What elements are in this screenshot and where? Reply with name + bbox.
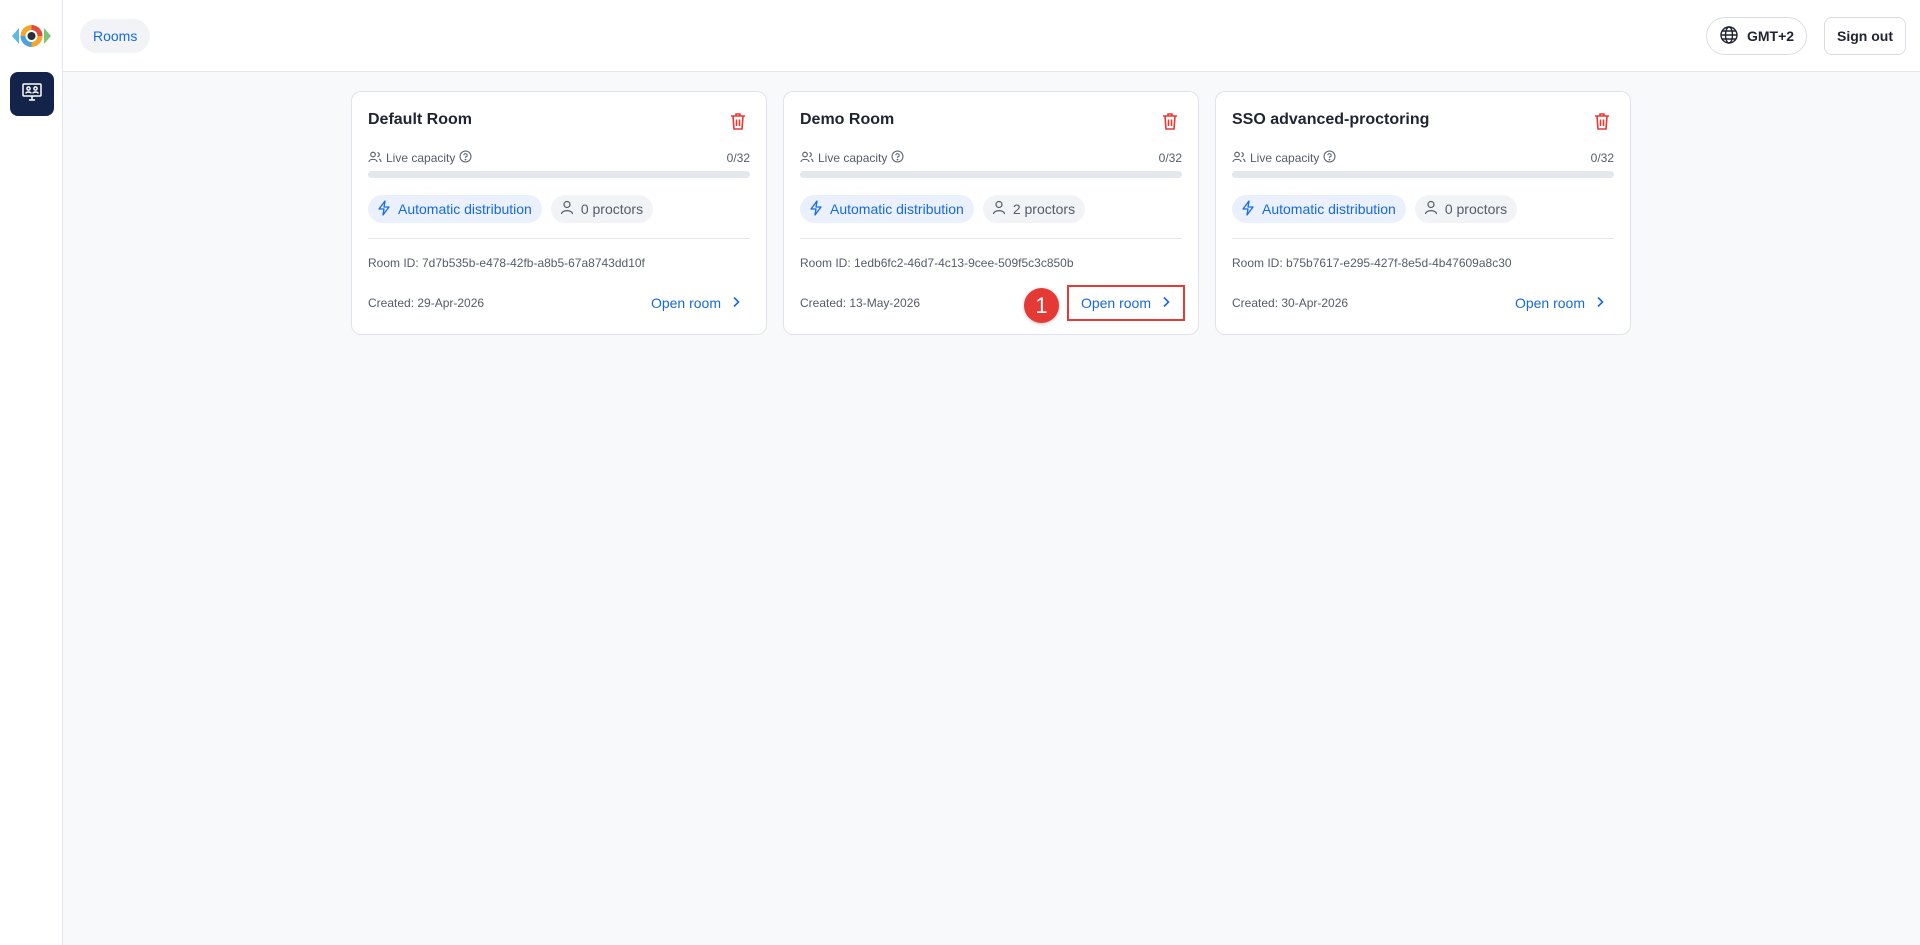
proctors-label: 0 proctors (580, 201, 644, 217)
sign-out-button[interactable]: Sign out (1824, 17, 1906, 55)
live-capacity-label: Live capacity (818, 151, 888, 165)
room-id: Room ID: 7d7b535b-e478-42fb-a8b5-67a8743… (368, 256, 645, 270)
card-divider (368, 238, 750, 239)
globe-icon (1719, 25, 1739, 48)
live-capacity-value: 0/32 (1158, 151, 1182, 165)
annotation-marker: 1 (1024, 288, 1059, 323)
live-capacity-row: Live capacity 0/32 (368, 150, 750, 167)
automatic-distribution-label: Automatic distribution (1262, 201, 1396, 217)
delete-room-trash-icon[interactable] (1592, 111, 1612, 131)
proctors-chip: 0 proctors (1414, 195, 1518, 223)
automatic-distribution-chip[interactable]: Automatic distribution (800, 195, 974, 223)
delete-room-trash-icon[interactable] (1160, 111, 1180, 131)
app-logo-icon[interactable] (10, 19, 53, 53)
users-icon (1232, 150, 1246, 167)
live-capacity-value: 0/32 (726, 151, 750, 165)
room-title: Default Room (368, 111, 472, 128)
user-icon (560, 200, 574, 218)
open-room-label: Open room (650, 295, 721, 311)
live-capacity-label: Live capacity (386, 151, 456, 165)
chevron-right-icon (1595, 295, 1605, 311)
proctors-chip: 0 proctors (550, 195, 654, 223)
card-divider (1232, 238, 1614, 239)
lightning-icon (377, 199, 391, 219)
room-card: Default Room Live capacity 0/32 Automati… (351, 91, 767, 335)
user-icon (992, 200, 1006, 218)
open-room-label: Open room (1080, 295, 1151, 311)
help-circle-icon[interactable] (1323, 150, 1336, 166)
open-room-button[interactable]: Open room (1503, 285, 1617, 321)
proctors-chip: 2 proctors (982, 195, 1086, 223)
capacity-progress-bar (1232, 171, 1614, 178)
room-title: SSO advanced-proctoring (1232, 111, 1430, 128)
automatic-distribution-label: Automatic distribution (398, 201, 532, 217)
timezone-button[interactable]: GMT+2 (1706, 17, 1807, 55)
proctors-label: 2 proctors (1012, 201, 1076, 217)
room-title: Demo Room (800, 111, 895, 128)
timezone-label: GMT+2 (1747, 28, 1795, 44)
created-date: Created: 30-Apr-2026 (1232, 296, 1349, 310)
created-date: Created: 13-May-2026 (800, 296, 921, 310)
open-room-button[interactable]: Open room (1066, 285, 1185, 321)
open-room-button[interactable]: Open room (639, 285, 753, 321)
user-icon (1424, 200, 1438, 218)
room-id: Room ID: 1edb6fc2-46d7-4c13-9cee-509f5c3… (800, 256, 1074, 270)
room-card: Demo Room Live capacity 0/32 Automatic d… (783, 91, 1199, 335)
sidebar (0, 0, 63, 945)
card-divider (800, 238, 1182, 239)
help-circle-icon[interactable] (891, 150, 904, 166)
capacity-progress-bar (368, 171, 750, 178)
live-capacity-row: Live capacity 0/32 (800, 150, 1182, 167)
created-date: Created: 29-Apr-2026 (368, 296, 485, 310)
chevron-right-icon (1161, 295, 1171, 311)
users-icon (368, 150, 382, 167)
automatic-distribution-chip[interactable]: Automatic distribution (1232, 195, 1406, 223)
automatic-distribution-label: Automatic distribution (830, 201, 964, 217)
lightning-icon (1241, 199, 1255, 219)
room-id: Room ID: b75b7617-e295-427f-8e5d-4b47609… (1232, 256, 1512, 270)
lightning-icon (809, 199, 823, 219)
tab-rooms[interactable]: Rooms (80, 19, 151, 53)
capacity-progress-bar (800, 171, 1182, 178)
proctors-label: 0 proctors (1444, 201, 1508, 217)
top-bar: Rooms GMT+2 Sign out (63, 0, 1920, 72)
live-capacity-label: Live capacity (1250, 151, 1320, 165)
live-capacity-row: Live capacity 0/32 (1232, 150, 1614, 167)
delete-room-trash-icon[interactable] (728, 111, 748, 131)
chevron-right-icon (731, 295, 741, 311)
sidebar-item-rooms[interactable] (10, 72, 54, 116)
live-capacity-value: 0/32 (1590, 151, 1614, 165)
users-icon (800, 150, 814, 167)
rooms-monitor-icon (21, 81, 43, 108)
automatic-distribution-chip[interactable]: Automatic distribution (368, 195, 542, 223)
open-room-label: Open room (1514, 295, 1585, 311)
room-card: SSO advanced-proctoring Live capacity 0/… (1215, 91, 1631, 335)
help-circle-icon[interactable] (459, 150, 472, 166)
